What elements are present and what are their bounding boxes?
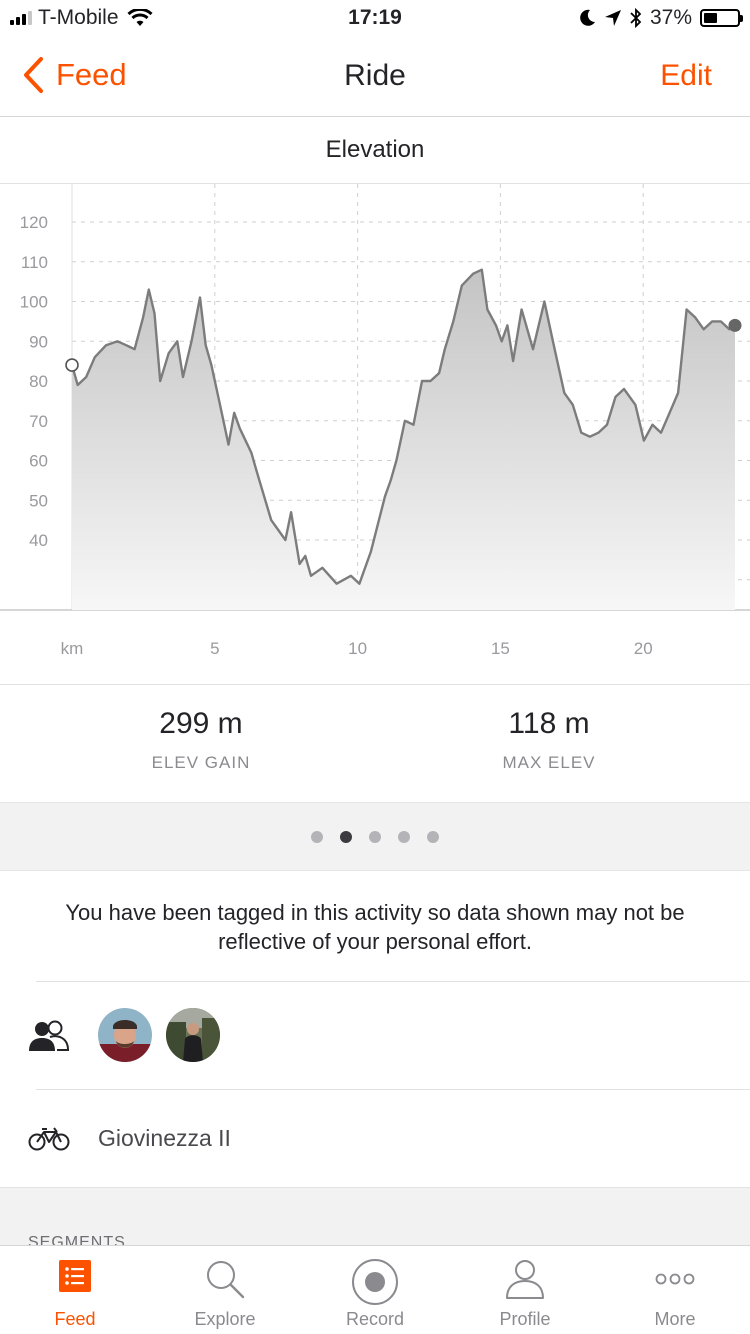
page-dot[interactable] <box>398 830 410 843</box>
x-tick-label: 5 <box>210 639 219 658</box>
divider <box>36 981 750 982</box>
moon-icon <box>580 9 595 26</box>
battery-icon <box>700 9 743 27</box>
tagged-notice: You have been tagged in this activity so… <box>65 900 685 954</box>
page-dot[interactable] <box>311 830 323 843</box>
y-tick-label: 110 <box>21 253 48 272</box>
elevation-chart[interactable]: 120 110 100 90 80 70 60 50 40 km 5 10 15 20 <box>0 184 750 685</box>
status-right: 37% <box>578 6 743 30</box>
tab-label: Explore <box>194 1309 256 1329</box>
page-dot[interactable] <box>369 830 381 843</box>
page-dot[interactable] <box>427 830 439 843</box>
elevation-stats: 299 m ELEV GAIN 118 m MAX ELEV <box>0 685 750 802</box>
y-tick-label: 80 <box>29 372 48 391</box>
y-tick-label: 120 <box>20 213 48 232</box>
page-indicator[interactable] <box>0 802 750 871</box>
record-icon <box>352 1259 398 1305</box>
status-bar: T-Mobile 17:19 37% <box>0 0 750 40</box>
y-tick-label: 100 <box>20 293 48 312</box>
elev-gain-value: 299 m <box>159 707 243 740</box>
page-dot-active[interactable] <box>340 830 352 843</box>
tab-label: Feed <box>54 1309 96 1329</box>
search-icon <box>207 1261 245 1299</box>
navigation-bar: Feed Ride Edit <box>0 40 750 117</box>
elevation-area <box>72 269 735 610</box>
bluetooth-icon <box>630 8 642 28</box>
location-arrow-icon <box>604 10 621 26</box>
page-title: Ride <box>344 59 406 92</box>
athlete-avatar[interactable] <box>98 1008 152 1062</box>
tab-record[interactable]: Record <box>300 1246 450 1334</box>
max-elev-label: MAX ELEV <box>502 753 596 772</box>
feed-icon <box>59 1260 91 1292</box>
edit-button[interactable]: Edit <box>660 59 712 93</box>
tab-label: More <box>654 1309 696 1329</box>
start-marker <box>65 358 79 372</box>
tab-label: Record <box>345 1309 405 1329</box>
y-tick-label: 60 <box>29 452 48 471</box>
tab-feed[interactable]: Feed <box>0 1246 150 1334</box>
x-tick-label: 20 <box>634 639 653 658</box>
x-tick-label: 10 <box>348 639 367 658</box>
elevation-chart-svg: 120 110 100 90 80 70 60 50 40 km 5 10 15 20 <box>0 184 750 658</box>
max-elev-stat: 118 m MAX ELEV <box>399 707 699 773</box>
y-tick-label: 50 <box>29 491 48 510</box>
max-elev-value: 118 m <box>508 707 590 740</box>
elev-gain-stat: 299 m ELEV GAIN <box>51 707 351 773</box>
group-athletes-icon <box>29 1020 70 1051</box>
tab-label: Profile <box>499 1309 551 1329</box>
tab-more[interactable]: More <box>600 1246 750 1334</box>
athletes-row[interactable] <box>0 981 750 1088</box>
end-marker <box>728 318 742 332</box>
y-tick-label: 90 <box>29 332 48 351</box>
gear-row[interactable]: Giovinezza II <box>0 1089 750 1187</box>
divider <box>36 1089 750 1090</box>
elevation-header: Elevation <box>0 117 750 184</box>
battery-percent: 37% <box>649 6 692 29</box>
tab-explore[interactable]: Explore <box>150 1246 300 1334</box>
athlete-avatar[interactable] <box>166 1008 220 1062</box>
bike-name: Giovinezza II <box>98 1125 231 1151</box>
more-icon <box>655 1273 695 1285</box>
profile-icon <box>506 1260 544 1299</box>
elev-gain-label: ELEV GAIN <box>151 753 251 772</box>
tab-profile[interactable]: Profile <box>450 1246 600 1334</box>
tab-bar: Feed Explore Record Profile More <box>0 1245 750 1334</box>
x-tick-label: 15 <box>491 639 510 658</box>
y-tick-label: 70 <box>29 412 48 431</box>
x-axis-label: km <box>61 639 84 658</box>
bike-icon <box>28 1127 70 1151</box>
y-tick-label: 40 <box>29 531 48 550</box>
segments-section: SEGMENTS <box>0 1187 750 1246</box>
